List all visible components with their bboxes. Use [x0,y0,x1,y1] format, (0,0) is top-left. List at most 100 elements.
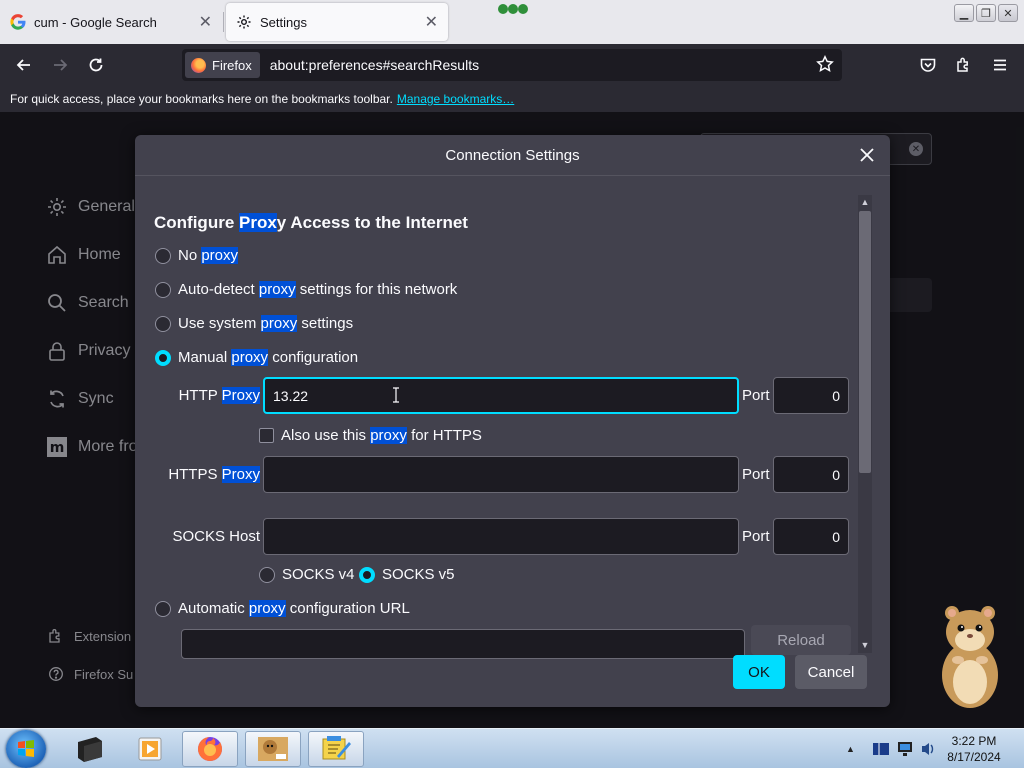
show-hidden-icons-icon[interactable]: ▲ [846,744,855,754]
network-icon[interactable] [895,739,917,759]
radio-button[interactable] [155,315,171,332]
scroll-up-icon[interactable]: ▲ [860,197,870,207]
socks-port-label: Port [742,528,770,545]
socks-host-label: SOCKS Host [172,528,260,545]
url-text[interactable]: about:preferences#searchResults [270,57,479,73]
decorative-green-dots [498,4,528,18]
socks-v5-radio[interactable]: SOCKS v5 [359,566,455,583]
configure-proxy-heading: Configure Proxy Access to the Internet [154,213,468,232]
windows-taskbar: ▲ 3:22 PM 8/17/2024 [0,728,1024,768]
ok-button[interactable]: OK [733,655,785,689]
hamster-mascot-image [942,606,998,708]
radio-button-selected[interactable] [155,349,171,366]
option-label: Use system proxy settings [178,315,354,332]
cancel-button[interactable]: Cancel [795,655,867,689]
taskbar-media-player[interactable] [122,731,178,767]
gear-icon [236,14,252,30]
option-label: SOCKS v4 [282,566,355,583]
option-label: Automatic proxy configuration URL [178,600,410,617]
restore-window-icon[interactable]: ❐ [976,4,996,22]
also-use-for-https-checkbox[interactable]: Also use this proxy for HTTPS [259,427,482,444]
close-window-icon[interactable]: ✕ [998,4,1018,22]
clock-date: 8/17/2024 [947,750,1001,764]
tab-title: cum - Google Search [34,14,157,30]
close-tab-icon[interactable]: ✕ [199,12,212,32]
scrollbar-thumb[interactable] [859,211,871,473]
start-button[interactable] [6,730,46,768]
http-proxy-input[interactable]: 13.22 [263,377,739,414]
option-label: Also use this proxy for HTTPS [281,427,482,444]
bookmark-star-icon[interactable] [816,55,834,78]
http-port-label: Port [742,387,770,404]
taskbar-clock[interactable]: 3:22 PM 8/17/2024 [936,733,1012,765]
tab-settings[interactable]: Settings ✕ [226,3,448,41]
taskbar-notes-app[interactable] [308,731,364,767]
tab-bar: cum - Google Search ✕ Settings ✕ ▁ ❐ ✕ [0,0,1024,44]
http-port-input[interactable]: 0 [773,377,849,414]
no-proxy-radio[interactable]: No proxy [155,247,239,264]
dog-box-icon [258,737,288,761]
auto-proxy-url-radio[interactable]: Automatic proxy configuration URL [155,600,410,617]
option-label: No proxy [178,247,239,264]
url-bar[interactable]: Firefox about:preferences#searchResults [182,49,842,81]
auto-detect-proxy-radio[interactable]: Auto-detect proxy settings for this netw… [155,281,457,298]
identity-box[interactable]: Firefox [185,52,260,78]
http-proxy-value: 13.22 [273,387,309,404]
radio-button[interactable] [155,247,171,264]
bookmarks-hint: For quick access, place your bookmarks h… [10,92,393,106]
media-player-icon [138,737,162,761]
forward-arrow-icon[interactable] [47,53,73,77]
manage-bookmarks-link[interactable]: Manage bookmarks… [397,92,514,106]
socks-port-input[interactable]: 0 [773,518,849,555]
connection-settings-dialog: Connection Settings ▲ ▼ Configure Proxy … [135,135,890,707]
option-label: Manual proxy configuration [178,349,359,366]
close-dialog-icon[interactable] [856,144,878,166]
close-tab-icon[interactable]: ✕ [425,12,438,32]
firefox-icon [198,737,222,761]
option-label: Auto-detect proxy settings for this netw… [178,281,458,298]
window-controls: ▁ ❐ ✕ [954,4,1018,22]
radio-button[interactable] [155,600,171,617]
manual-proxy-radio[interactable]: Manual proxy configuration [155,349,358,366]
action-center-icon[interactable] [871,739,893,759]
checkbox[interactable] [259,428,274,443]
https-port-input[interactable]: 0 [773,456,849,493]
back-arrow-icon[interactable] [11,53,37,77]
dialog-title: Connection Settings [135,135,890,176]
tab-separator [223,12,224,32]
https-proxy-input[interactable] [263,456,739,493]
reload-icon[interactable] [83,53,109,77]
system-proxy-radio[interactable]: Use system proxy settings [155,315,353,332]
hamburger-menu-icon[interactable] [987,53,1013,77]
option-label: SOCKS v5 [382,566,455,583]
navigation-toolbar: Firefox about:preferences#searchResults [0,44,1024,86]
http-port-value: 0 [832,387,840,404]
radio-button[interactable] [259,566,275,583]
google-g-icon [10,14,26,30]
socks-port-value: 0 [832,528,840,545]
reload-button[interactable]: Reload [751,625,851,655]
windows-logo-icon [18,740,34,757]
text-cursor-icon [393,387,399,403]
socks-host-input[interactable] [263,518,739,555]
https-port-label: Port [742,466,770,483]
identity-label: Firefox [212,57,252,73]
scroll-down-icon[interactable]: ▼ [860,640,870,650]
tab-google-search[interactable]: cum - Google Search ✕ [0,0,222,44]
taskbar-box-app[interactable] [245,731,301,767]
bookmarks-toolbar: For quick access, place your bookmarks h… [0,86,1024,112]
minimize-window-icon[interactable]: ▁ [954,4,974,22]
socks-v4-radio[interactable]: SOCKS v4 [259,566,355,583]
tab-title: Settings [260,14,307,30]
extensions-puzzle-icon[interactable] [951,53,977,77]
dialog-scrollbar[interactable]: ▲ ▼ [858,195,872,653]
http-proxy-label: HTTP Proxy [178,387,260,404]
firefox-logo-icon [191,57,206,73]
taskbar-firefox[interactable] [182,731,238,767]
radio-button-selected[interactable] [359,566,375,583]
taskbar-cmd-app[interactable] [62,731,118,767]
pocket-icon[interactable] [915,53,941,77]
volume-icon[interactable] [919,739,937,759]
radio-button[interactable] [155,281,171,298]
terminal-icon [78,737,102,762]
